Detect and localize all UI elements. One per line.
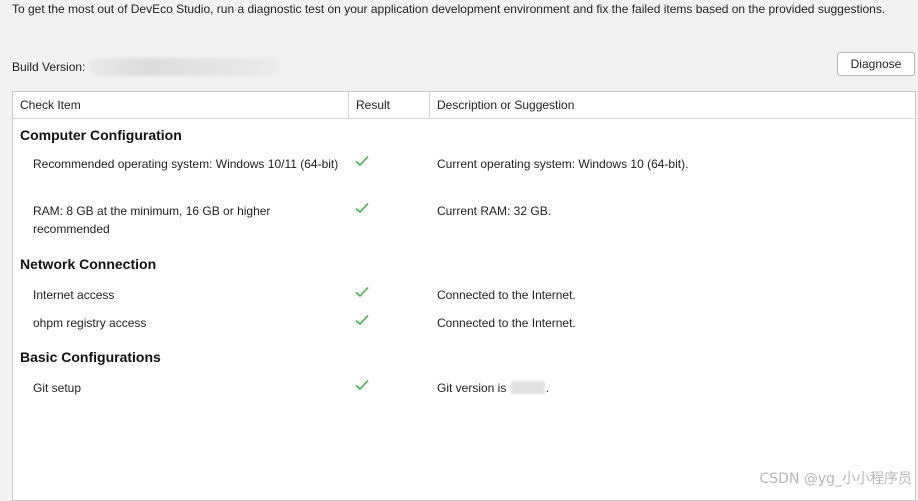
build-version-label: Build Version: — [12, 60, 86, 74]
description-ram: Current RAM: 32 GB. — [437, 204, 552, 218]
check-icon — [355, 379, 375, 391]
build-version-row: Build Version: — [12, 57, 280, 77]
description-os: Current operating system: Windows 10 (64… — [437, 157, 689, 171]
check-item-internet: Internet access — [33, 288, 115, 302]
description-git: Git version is . — [437, 379, 897, 397]
check-icon — [355, 286, 375, 298]
check-icon — [355, 202, 375, 214]
column-header-result[interactable]: Result — [349, 92, 430, 118]
build-version-value-redacted — [89, 58, 280, 76]
check-icon — [355, 155, 375, 167]
diagnostic-table: Check Item Result Description or Suggest… — [12, 91, 916, 501]
section-title-computer-configuration: Computer Configuration — [20, 127, 182, 143]
git-version-prefix: Git version is — [437, 381, 507, 395]
check-item-ohpm: ohpm registry access — [33, 316, 147, 330]
git-version-redacted — [510, 381, 545, 394]
result-cell — [355, 202, 375, 220]
watermark: CSDN @yg_小小程序员 — [759, 471, 912, 487]
result-cell — [355, 155, 375, 173]
result-cell — [355, 314, 375, 332]
column-header-description[interactable]: Description or Suggestion — [430, 92, 915, 118]
check-item-os: Recommended operating system: Windows 10… — [33, 157, 339, 171]
check-item-ram: RAM: 8 GB at the minimum, 16 GB or highe… — [33, 204, 271, 236]
description-internet: Connected to the Internet. — [437, 288, 576, 302]
diagnose-button[interactable]: Diagnose — [837, 52, 915, 76]
column-header-check-item[interactable]: Check Item — [13, 92, 349, 118]
section-title-basic-configurations: Basic Configurations — [20, 349, 161, 365]
section-title-network-connection: Network Connection — [20, 256, 157, 272]
check-icon — [355, 314, 375, 326]
table-header: Check Item Result Description or Suggest… — [13, 92, 915, 119]
description-ohpm: Connected to the Internet. — [437, 316, 576, 330]
intro-text: To get the most out of DevEco Studio, ru… — [12, 2, 886, 16]
check-item-git: Git setup — [33, 381, 82, 395]
git-version-suffix: . — [545, 381, 550, 395]
result-cell — [355, 379, 375, 397]
result-cell — [355, 286, 375, 304]
